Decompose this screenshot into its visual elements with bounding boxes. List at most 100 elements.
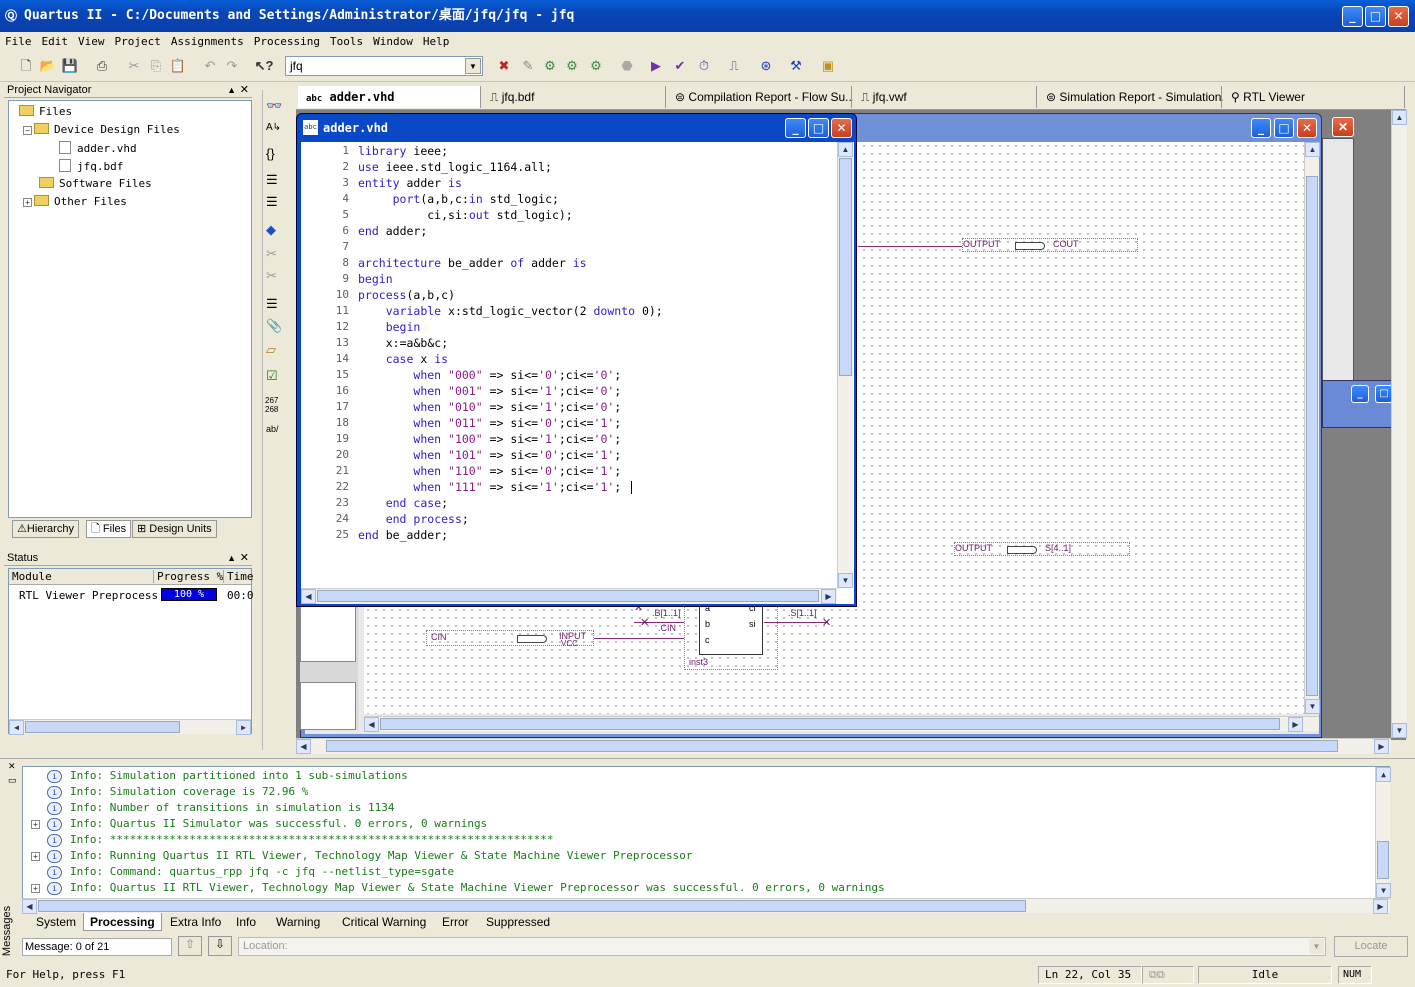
- undo-icon[interactable]: ↶: [200, 56, 220, 76]
- chip-planner-icon[interactable]: ▣: [818, 56, 838, 76]
- scroll-thumb[interactable]: [380, 718, 1280, 730]
- schematic-vscroll[interactable]: ▲ ▼: [1304, 142, 1320, 714]
- open-file-icon[interactable]: 📂: [38, 56, 58, 76]
- messages-list[interactable]: i Info: Simulation partitioned into 1 sub…: [22, 766, 1391, 899]
- tab-adder-vhd[interactable]: abc adder.vhd: [298, 86, 481, 108]
- menu-assignments[interactable]: Assignments: [166, 32, 249, 48]
- menu-project[interactable]: Project: [110, 32, 166, 48]
- attach-icon[interactable]: 📎: [266, 318, 282, 334]
- panel-close-icon[interactable]: ✕: [240, 550, 249, 566]
- scroll-left-icon[interactable]: ◀: [9, 720, 24, 735]
- output-pin-cout[interactable]: OUTPUT COUT: [962, 238, 1138, 252]
- prev-bookmark-icon[interactable]: ✂: [266, 268, 277, 284]
- scroll-left-icon[interactable]: ◀: [364, 717, 379, 732]
- messages-vscroll[interactable]: ▲ ▼: [1375, 767, 1391, 898]
- scroll-up-icon[interactable]: ▲: [1376, 767, 1391, 782]
- scroll-left-icon[interactable]: ◀: [301, 589, 316, 604]
- print-icon[interactable]: ⎙: [92, 56, 112, 76]
- redo-icon[interactable]: ↷: [222, 56, 242, 76]
- scroll-right-icon[interactable]: ▶: [236, 720, 251, 735]
- paste-icon[interactable]: 📋: [168, 56, 188, 76]
- panel-close-icon[interactable]: ✕: [240, 82, 249, 98]
- scroll-left-icon[interactable]: ◀: [296, 739, 311, 754]
- maximize-button[interactable]: □: [1274, 118, 1294, 138]
- code-line[interactable]: when "111" => si<='1';ci<='1';: [358, 480, 621, 494]
- stop-icon[interactable]: ⬣: [617, 56, 637, 76]
- save-icon[interactable]: 💾: [60, 56, 80, 76]
- copy-icon[interactable]: ⎘: [146, 56, 166, 76]
- code-line[interactable]: x:=a&b&c;: [358, 336, 448, 350]
- panel-float-icon[interactable]: ▲: [227, 82, 236, 98]
- menu-window[interactable]: Window: [368, 32, 418, 48]
- tab-jfq-bdf[interactable]: ⎍ jfq.bdf: [482, 86, 666, 108]
- line-number-icon[interactable]: 267 268: [265, 396, 278, 414]
- code-line[interactable]: end adder;: [358, 224, 427, 238]
- scroll-thumb[interactable]: [38, 900, 1026, 912]
- scroll-thumb[interactable]: [326, 740, 1338, 752]
- mdi-hscroll[interactable]: ◀ ▶: [296, 738, 1391, 754]
- code-line[interactable]: when "101" => si<='0';ci<='1';: [358, 448, 621, 462]
- message-line[interactable]: Info: **********************************…: [70, 833, 553, 846]
- status-hscroll[interactable]: ◀ ▶: [9, 719, 251, 735]
- code-line[interactable]: when "010" => si<='1';ci<='0';: [358, 400, 621, 414]
- code-line[interactable]: begin: [358, 320, 421, 334]
- tab-files[interactable]: 🗋 Files: [86, 520, 132, 538]
- minimize-button[interactable]: _: [1342, 6, 1363, 27]
- code-line[interactable]: library ieee;: [358, 144, 448, 158]
- wrap-icon[interactable]: ab/: [266, 424, 279, 434]
- scroll-down-icon[interactable]: ▼: [1392, 723, 1407, 738]
- scroll-up-icon[interactable]: ▲: [838, 142, 853, 157]
- context-help-icon[interactable]: ↖?: [254, 56, 274, 76]
- scroll-thumb[interactable]: [839, 158, 852, 376]
- code-line[interactable]: end process;: [358, 512, 469, 526]
- code-line[interactable]: ci,si:out std_logic);: [358, 208, 572, 222]
- message-line[interactable]: Info: Running Quartus II RTL Viewer, Tec…: [70, 849, 693, 862]
- messages-hscroll[interactable]: ◀ ▶: [22, 898, 1390, 914]
- menu-view[interactable]: View: [73, 32, 110, 48]
- close-button[interactable]: ✕: [1388, 6, 1409, 27]
- chevron-down-icon[interactable]: ▼: [465, 58, 481, 74]
- tree-item-other-files[interactable]: + Other Files: [23, 195, 127, 208]
- message-line[interactable]: Info: Number of transitions in simulatio…: [70, 801, 395, 814]
- prev-message-icon[interactable]: ⇧: [178, 936, 202, 956]
- code-line[interactable]: begin: [358, 272, 393, 286]
- panel-float-icon[interactable]: ▲: [227, 550, 236, 566]
- chevron-down-icon[interactable]: ▼: [1309, 939, 1324, 954]
- code-line[interactable]: process(a,b,c): [358, 288, 455, 302]
- expand-icon[interactable]: +: [31, 820, 40, 829]
- tab-extra-info[interactable]: Extra Info: [164, 913, 227, 931]
- expand-icon[interactable]: +: [23, 198, 32, 207]
- scroll-right-icon[interactable]: ▶: [1288, 717, 1303, 732]
- scroll-right-icon[interactable]: ▶: [1374, 739, 1389, 754]
- message-line[interactable]: Info: Simulation partitioned into 1 sub-…: [70, 769, 408, 782]
- scroll-down-icon[interactable]: ▼: [1376, 883, 1391, 898]
- code-line[interactable]: when "100" => si<='1';ci<='0';: [358, 432, 621, 446]
- code-line[interactable]: case x is: [358, 352, 448, 366]
- programmer-icon[interactable]: ⚒: [786, 56, 806, 76]
- next-bookmark-icon[interactable]: ✂: [266, 246, 277, 262]
- indent-icon[interactable]: ☰: [266, 172, 278, 188]
- expand-icon[interactable]: +: [31, 852, 40, 861]
- comment-icon[interactable]: ☰: [266, 296, 278, 312]
- panel-close-icon[interactable]: ✕: [8, 761, 16, 772]
- minimize-button[interactable]: _: [785, 118, 806, 138]
- tab-jfq-vwf[interactable]: ⎍ jfq.vwf: [853, 86, 1037, 108]
- message-line[interactable]: Info: Simulation coverage is 72.96 %: [70, 785, 308, 798]
- tab-critical-warning[interactable]: Critical Warning: [336, 913, 432, 931]
- code-line[interactable]: end case;: [358, 496, 448, 510]
- location-field[interactable]: Location: ▼: [238, 937, 1326, 956]
- editor-vscroll[interactable]: ▲ ▼: [837, 142, 853, 588]
- tab-processing[interactable]: Processing: [83, 913, 162, 931]
- tab-error[interactable]: Error: [436, 913, 475, 931]
- maximize-button[interactable]: □: [1365, 6, 1386, 27]
- expand-icon[interactable]: +: [31, 884, 40, 893]
- menu-tools[interactable]: Tools: [325, 32, 368, 48]
- window-close-icon[interactable]: ✕: [1332, 117, 1354, 137]
- scroll-down-icon[interactable]: ▼: [838, 573, 853, 588]
- scroll-up-icon[interactable]: ▲: [1392, 110, 1407, 125]
- code-line[interactable]: port(a,b,c:in std_logic;: [358, 192, 559, 206]
- scroll-up-icon[interactable]: ▲: [1305, 142, 1320, 157]
- message-line[interactable]: Info: Command: quartus_rpp jfq -c jfq --…: [70, 865, 454, 878]
- synthesis-icon[interactable]: ⚙: [586, 56, 606, 76]
- scroll-left-icon[interactable]: ◀: [22, 899, 37, 914]
